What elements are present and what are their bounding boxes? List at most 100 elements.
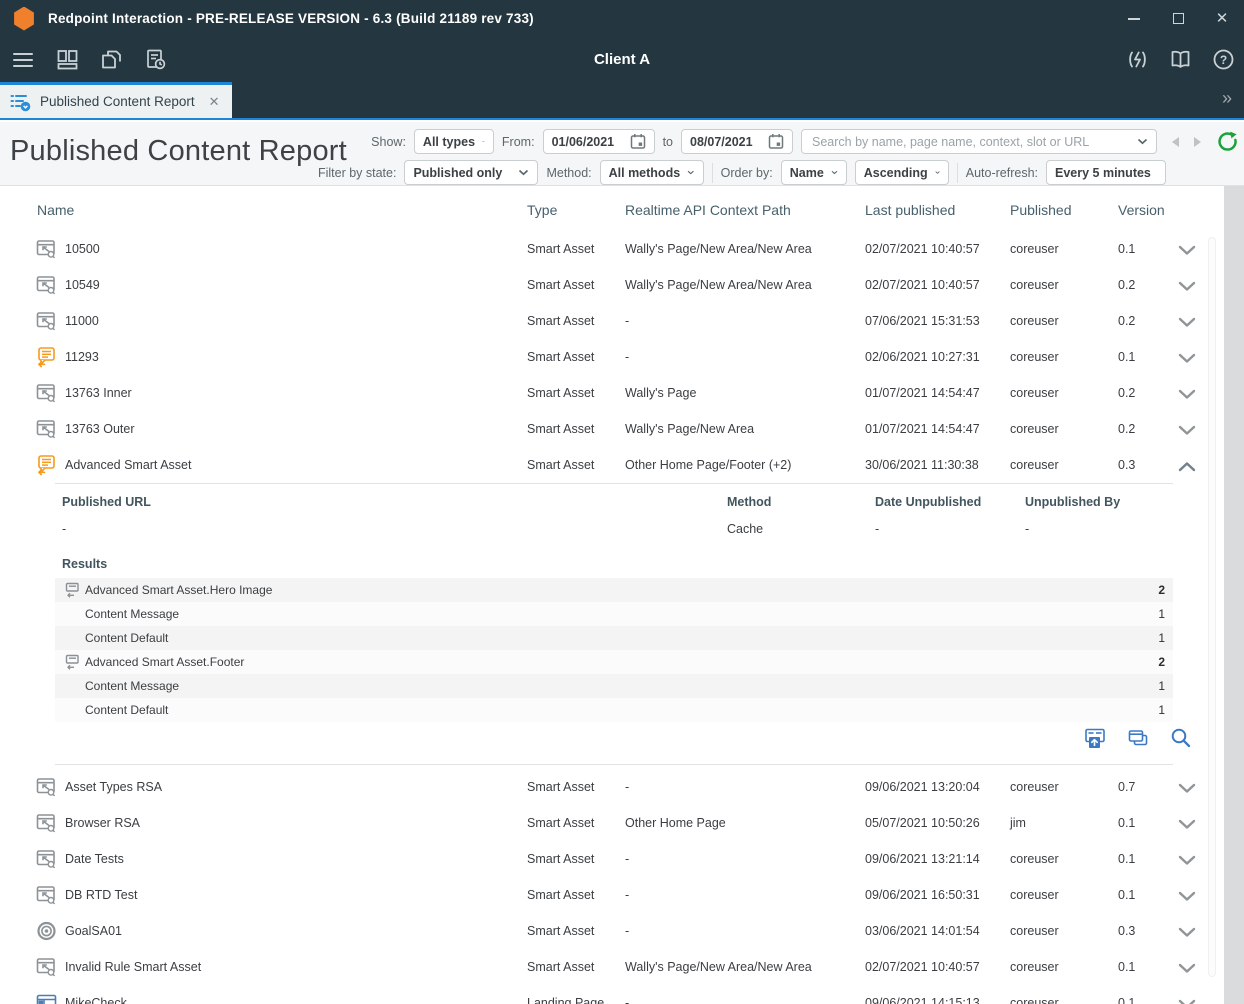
row-version: 0.7 — [1118, 780, 1135, 794]
goal-icon — [36, 921, 57, 942]
tab-overflow-chevrons[interactable]: » — [1222, 88, 1232, 109]
row-context: Wally's Page/New Area/New Area — [625, 278, 812, 292]
smart-asset-icon — [36, 275, 57, 296]
maximize-button[interactable] — [1156, 0, 1200, 37]
row-published-by: coreuser — [1010, 422, 1059, 436]
search-input[interactable] — [812, 135, 1130, 149]
show-label: Show: — [371, 135, 406, 149]
method-select[interactable]: All methods — [600, 160, 704, 185]
table-row[interactable]: Invalid Rule Smart Asset Smart Asset Wal… — [0, 949, 1224, 985]
result-count: 1 — [1158, 631, 1165, 645]
table-row[interactable]: Browser RSA Smart Asset Other Home Page … — [0, 805, 1224, 841]
order-by-select[interactable]: Name — [781, 160, 847, 185]
tab-published-content-report[interactable]: Published Content Report ✕ — [0, 82, 232, 118]
date-unpublished-header: Date Unpublished — [875, 495, 981, 509]
expand-chevron[interactable] — [1178, 925, 1198, 937]
state-select[interactable]: Published only — [404, 160, 538, 185]
result-row[interactable]: Content Message 1 — [55, 674, 1173, 698]
dashboard-button[interactable] — [54, 47, 80, 73]
table-row[interactable]: 10549 Smart Asset Wally's Page/New Area/… — [0, 267, 1224, 303]
help-button[interactable]: ? — [1210, 47, 1236, 73]
result-count: 1 — [1158, 679, 1165, 693]
docs-button[interactable] — [1167, 47, 1193, 73]
expand-chevron[interactable] — [1178, 387, 1198, 399]
table-row[interactable]: Asset Types RSA Smart Asset - 09/06/2021… — [0, 769, 1224, 805]
auto-refresh-select[interactable]: Every 5 minutes — [1046, 160, 1166, 185]
search-box — [801, 129, 1157, 154]
row-published-by: coreuser — [1010, 458, 1059, 472]
refresh-button[interactable] — [1217, 131, 1238, 152]
table-row[interactable]: GoalSA01 Smart Asset - 03/06/2021 14:01:… — [0, 913, 1224, 949]
expand-chevron[interactable] — [1178, 243, 1198, 255]
to-date-input[interactable]: 08/07/2021 — [681, 129, 793, 154]
table-row[interactable]: 11293 Smart Asset - 02/06/2021 10:27:31 … — [0, 339, 1224, 375]
expand-chevron[interactable] — [1178, 315, 1198, 327]
table-row[interactable]: 11000 Smart Asset - 07/06/2021 15:31:53 … — [0, 303, 1224, 339]
row-published-by: coreuser — [1010, 350, 1059, 364]
row-published-by: coreuser — [1010, 996, 1059, 1004]
row-last-published: 01/07/2021 14:54:47 — [865, 422, 980, 436]
expand-chevron[interactable] — [1178, 781, 1198, 793]
row-version: 0.1 — [1118, 816, 1135, 830]
result-row[interactable]: Content Default 1 — [55, 626, 1173, 650]
expand-chevron[interactable] — [1178, 423, 1198, 435]
expand-chevron[interactable] — [1178, 961, 1198, 973]
result-row[interactable]: Advanced Smart Asset.Hero Image 2 — [55, 578, 1173, 602]
close-button[interactable]: ✕ — [1200, 0, 1244, 37]
result-row[interactable]: Content Default 1 — [55, 698, 1173, 722]
tab-close-icon[interactable]: ✕ — [209, 94, 220, 110]
publish-asset-button[interactable] — [1084, 727, 1106, 749]
row-context: - — [625, 996, 629, 1004]
expand-chevron[interactable] — [1178, 351, 1198, 363]
window-title: Redpoint Interaction - PRE-RELEASE VERSI… — [48, 11, 534, 26]
row-name: Advanced Smart Asset — [65, 458, 191, 472]
close-icon: ✕ — [1216, 11, 1229, 26]
row-published-by: coreuser — [1010, 242, 1059, 256]
connection-button[interactable] — [1124, 47, 1150, 73]
table-scrollbar-thumb[interactable] — [1208, 237, 1216, 977]
minimize-button[interactable] — [1112, 0, 1156, 37]
table-row[interactable]: 10500 Smart Asset Wally's Page/New Area/… — [0, 231, 1224, 267]
row-name: 13763 Outer — [65, 422, 135, 436]
row-published-by: coreuser — [1010, 314, 1059, 328]
expand-chevron[interactable] — [1178, 997, 1198, 1004]
result-indent — [63, 605, 81, 623]
row-version: 0.1 — [1118, 960, 1135, 974]
table-row[interactable]: Advanced Smart Asset Smart Asset Other H… — [0, 447, 1224, 483]
result-row[interactable]: Advanced Smart Asset.Footer 2 — [55, 650, 1173, 674]
unpublished-by-value: - — [1025, 522, 1029, 536]
report-table: Name Type Realtime API Context Path Last… — [0, 186, 1224, 1004]
table-header: Name Type Realtime API Context Path Last… — [0, 186, 1224, 231]
row-name: DB RTD Test — [65, 888, 137, 902]
column-type: Type — [527, 202, 557, 218]
row-published-by: coreuser — [1010, 780, 1059, 794]
row-last-published: 05/07/2021 10:50:26 — [865, 816, 980, 830]
pages-button[interactable] — [98, 47, 124, 73]
method-value: Cache — [727, 522, 763, 536]
menu-button[interactable] — [10, 47, 36, 73]
duplicate-button[interactable] — [1127, 727, 1149, 749]
table-row[interactable]: Date Tests Smart Asset - 09/06/2021 13:2… — [0, 841, 1224, 877]
table-row[interactable]: DB RTD Test Smart Asset - 09/06/2021 16:… — [0, 877, 1224, 913]
table-row[interactable]: MikeCheck Landing Page - 09/06/2021 14:1… — [0, 985, 1224, 1004]
method-label: Method: — [546, 166, 591, 180]
previous-page-button[interactable] — [1169, 135, 1182, 149]
expand-chevron[interactable] — [1178, 889, 1198, 901]
order-direction-select[interactable]: Ascending — [855, 160, 949, 185]
result-row[interactable]: Content Message 1 — [55, 602, 1173, 626]
expand-chevron[interactable] — [1178, 853, 1198, 865]
row-published-by: coreuser — [1010, 386, 1059, 400]
show-select[interactable]: All types — [414, 129, 494, 154]
next-page-button[interactable] — [1191, 135, 1204, 149]
expand-chevron[interactable] — [1178, 279, 1198, 291]
row-context: - — [625, 888, 629, 902]
reports-button[interactable] — [142, 47, 168, 73]
expand-chevron[interactable] — [1178, 817, 1198, 829]
expand-chevron[interactable] — [1178, 459, 1198, 471]
table-row[interactable]: 13763 Outer Smart Asset Wally's Page/New… — [0, 411, 1224, 447]
search-results-button[interactable] — [1170, 727, 1192, 749]
result-label: Advanced Smart Asset.Footer — [85, 655, 244, 669]
from-date-input[interactable]: 01/06/2021 — [543, 129, 655, 154]
row-last-published: 30/06/2021 11:30:38 — [865, 458, 979, 472]
table-row[interactable]: 13763 Inner Smart Asset Wally's Page 01/… — [0, 375, 1224, 411]
